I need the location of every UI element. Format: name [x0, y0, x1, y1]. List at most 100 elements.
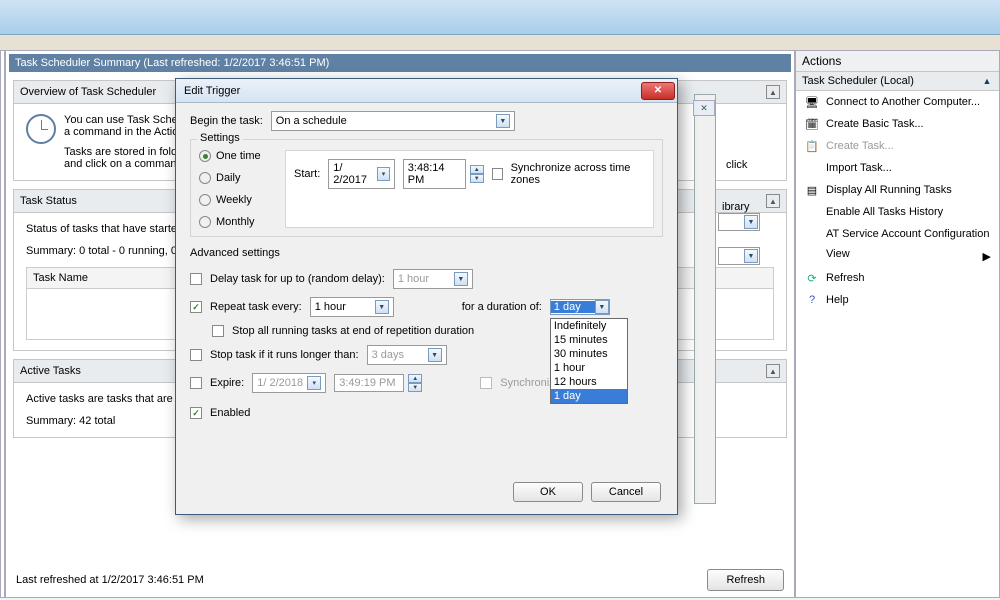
action-create-basic[interactable]: 🗓Create Basic Task...	[796, 113, 999, 135]
expire-label: Expire:	[210, 377, 244, 389]
sync-tz-label: Synchronize across time zones	[511, 162, 645, 186]
action-help[interactable]: ?Help	[796, 289, 999, 311]
window-toolbar	[0, 35, 1000, 50]
repeat-combo[interactable]: 1 hour▼	[310, 297, 394, 317]
radio-icon	[199, 150, 211, 162]
expire-sync-checkbox	[480, 377, 492, 389]
settings-label: Settings	[197, 132, 243, 144]
chevron-down-icon: ▼	[454, 272, 468, 286]
summary-bar: Task Scheduler Summary (Last refreshed: …	[9, 54, 791, 72]
background-combo[interactable]: ▼	[718, 247, 760, 265]
computer-icon: 🖥	[804, 94, 820, 110]
task-status-title: Task Status	[20, 195, 77, 207]
duration-label: for a duration of:	[462, 301, 542, 313]
begin-task-combo[interactable]: On a schedule ▼	[271, 111, 515, 131]
stop-if-checkbox[interactable]	[190, 349, 202, 361]
action-enable-history[interactable]: Enable All Tasks History	[796, 201, 999, 223]
chevron-down-icon: ▼	[744, 215, 758, 229]
actions-header: Actions	[796, 51, 999, 72]
delay-label: Delay task for up to (random delay):	[210, 273, 385, 285]
time-spinner[interactable]: ▲▼	[470, 165, 484, 183]
chevron-down-icon: ▼	[428, 348, 442, 362]
expire-date-input[interactable]: 1/ 2/2018▾	[252, 373, 326, 393]
duration-option[interactable]: 12 hours	[551, 375, 627, 389]
delay-combo[interactable]: 1 hour▼	[393, 269, 473, 289]
overview-text: You can use Task Schedul	[64, 114, 192, 126]
duration-option[interactable]: 1 hour	[551, 361, 627, 375]
action-import[interactable]: Import Task...	[796, 157, 999, 179]
chevron-down-icon: ▼	[375, 300, 389, 314]
collapse-icon[interactable]: ▲	[766, 364, 780, 378]
actions-pane: Actions Task Scheduler (Local) ▲ 🖥Connec…	[795, 50, 1000, 598]
chevron-down-icon: ▼	[496, 114, 510, 128]
stop-if-label: Stop task if it runs longer than:	[210, 349, 359, 361]
refresh-button[interactable]: Refresh	[707, 569, 784, 591]
action-display-running[interactable]: ▤Display All Running Tasks	[796, 179, 999, 201]
ok-button[interactable]: OK	[513, 482, 583, 502]
action-at-service[interactable]: AT Service Account Configuration	[796, 223, 999, 245]
collapse-icon[interactable]: ▲	[981, 75, 993, 87]
expire-checkbox[interactable]	[190, 377, 202, 389]
sync-tz-checkbox[interactable]	[492, 168, 503, 180]
start-time-input[interactable]: 3:48:14 PM	[403, 159, 466, 189]
radio-icon	[199, 194, 211, 206]
overview-text: Tasks are stored in folde	[64, 146, 192, 158]
settings-group: Settings One time Daily Weekly Monthly S…	[190, 139, 663, 237]
calendar-icon: ▾	[377, 167, 389, 181]
active-tasks-title: Active Tasks	[20, 365, 81, 377]
time-spinner[interactable]: ▲▼	[408, 374, 422, 392]
radio-icon	[199, 216, 211, 228]
action-connect[interactable]: 🖥Connect to Another Computer...	[796, 91, 999, 113]
spin-up-icon: ▲	[408, 374, 422, 383]
spin-down-icon: ▼	[408, 383, 422, 392]
dialog-title: Edit Trigger	[184, 85, 240, 97]
task-icon: 📋	[804, 138, 820, 154]
actions-subheader[interactable]: Task Scheduler (Local) ▲	[796, 72, 999, 91]
overview-title: Overview of Task Scheduler	[20, 86, 156, 98]
overview-text: and click on a command	[64, 158, 192, 170]
background-dialog	[694, 94, 716, 504]
duration-option[interactable]: Indefinitely	[551, 319, 627, 333]
stop-if-combo[interactable]: 3 days▼	[367, 345, 447, 365]
bg-text: ibrary	[722, 201, 750, 213]
spin-down-icon: ▼	[470, 174, 484, 183]
close-button[interactable]: ✕	[641, 82, 675, 100]
window-titlebar	[0, 0, 1000, 35]
delay-checkbox[interactable]	[190, 273, 202, 285]
duration-option[interactable]: 1 day	[551, 389, 627, 403]
radio-icon	[199, 172, 211, 184]
advanced-header: Advanced settings	[190, 247, 663, 259]
collapse-icon[interactable]: ▲	[766, 85, 780, 99]
repeat-label: Repeat task every:	[210, 301, 302, 313]
calendar-icon: ▾	[307, 376, 321, 390]
duration-option[interactable]: 15 minutes	[551, 333, 627, 347]
duration-combo[interactable]: 1 day ▼ Indefinitely 15 minutes 30 minut…	[550, 299, 610, 315]
expire-time-input[interactable]: 3:49:19 PM	[334, 374, 404, 392]
radio-onetime[interactable]: One time	[199, 150, 285, 162]
background-close-icon[interactable]: ✕	[693, 100, 715, 116]
radio-daily[interactable]: Daily	[199, 172, 285, 184]
stop-all-label: Stop all running tasks at end of repetit…	[232, 325, 474, 337]
chevron-down-icon: ▼	[744, 249, 758, 263]
import-icon	[804, 160, 820, 176]
collapse-icon[interactable]: ▲	[766, 194, 780, 208]
action-refresh[interactable]: ⟳Refresh	[796, 267, 999, 289]
wizard-icon: 🗓	[804, 116, 820, 132]
duration-dropdown-list: Indefinitely 15 minutes 30 minutes 1 hou…	[550, 318, 628, 404]
background-combo[interactable]: ▼	[718, 213, 760, 231]
cancel-button[interactable]: Cancel	[591, 482, 661, 502]
duration-option[interactable]: 30 minutes	[551, 347, 627, 361]
enabled-label: Enabled	[210, 407, 250, 419]
start-label: Start:	[294, 168, 320, 180]
radio-monthly[interactable]: Monthly	[199, 216, 285, 228]
clock-icon	[26, 114, 56, 144]
overview-text: a command in the Action	[64, 126, 192, 138]
repeat-checkbox[interactable]	[190, 301, 202, 313]
radio-weekly[interactable]: Weekly	[199, 194, 285, 206]
spin-up-icon: ▲	[470, 165, 484, 174]
enabled-checkbox[interactable]	[190, 407, 202, 419]
action-view[interactable]: View▶	[796, 245, 999, 267]
help-icon: ?	[804, 292, 820, 308]
start-date-input[interactable]: 1/ 2/2017▾	[328, 159, 395, 189]
stop-all-checkbox[interactable]	[212, 325, 224, 337]
